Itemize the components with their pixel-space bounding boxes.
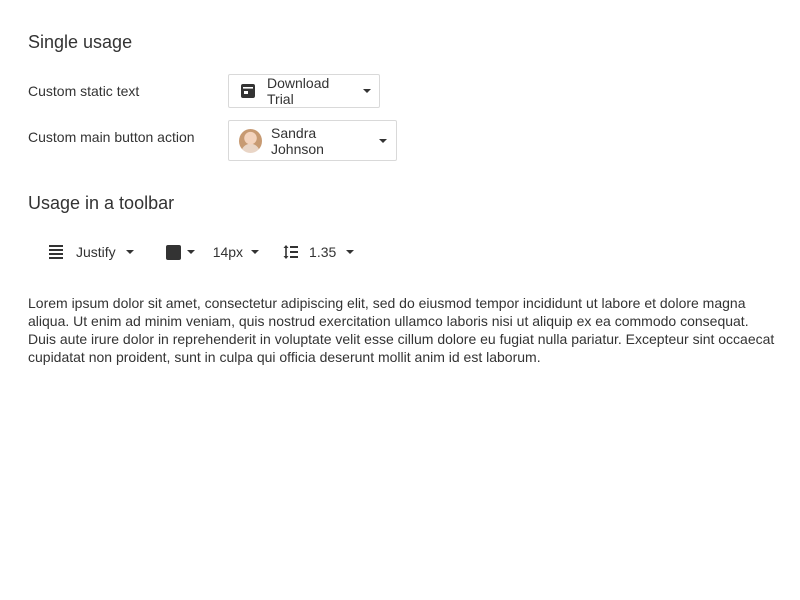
static-text-label: Custom static text [28,83,140,99]
page: Single usage Custom static text Download… [0,0,800,600]
avatar [239,128,262,153]
single-usage-title: Single usage [28,32,133,52]
download-app-icon [240,83,256,99]
chevron-down-icon [251,250,260,254]
font-size-dropdown[interactable]: 14px [199,234,275,270]
chevron-down-icon [346,250,355,254]
chevron-down-icon [379,138,388,143]
text-justify-icon [48,245,64,259]
main-action-label: Custom main button action [28,129,195,145]
font-size-label: 14px [212,244,244,260]
toolbar: Justify 14px 1.35 [40,234,362,270]
chevron-down-icon [125,250,134,254]
lorem-paragraph: Lorem ipsum dolor sit amet, consectetur … [28,295,775,365]
user-dropdown-arrow[interactable] [375,121,396,160]
line-height-label: 1.35 [309,244,337,260]
user-split-button[interactable]: Sandra Johnson [228,120,397,161]
color-dropdown[interactable] [152,234,199,270]
user-name-label: Sandra Johnson [271,124,324,157]
chevron-down-icon [186,250,195,254]
download-trial-dropdown-arrow[interactable] [358,75,379,107]
line-height-icon [283,244,299,260]
download-trial-main-button[interactable]: Download Trial [229,75,358,107]
download-trial-label: Download Trial [267,75,330,107]
align-dropdown[interactable]: Justify [40,234,152,270]
color-swatch [165,244,181,260]
download-trial-split-button[interactable]: Download Trial [228,74,380,108]
chevron-down-icon [362,89,371,93]
line-height-dropdown[interactable]: 1.35 [275,234,362,270]
toolbar-usage-title: Usage in a toolbar [28,193,175,213]
user-main-button[interactable]: Sandra Johnson [229,121,375,160]
align-label: Justify [76,244,116,260]
